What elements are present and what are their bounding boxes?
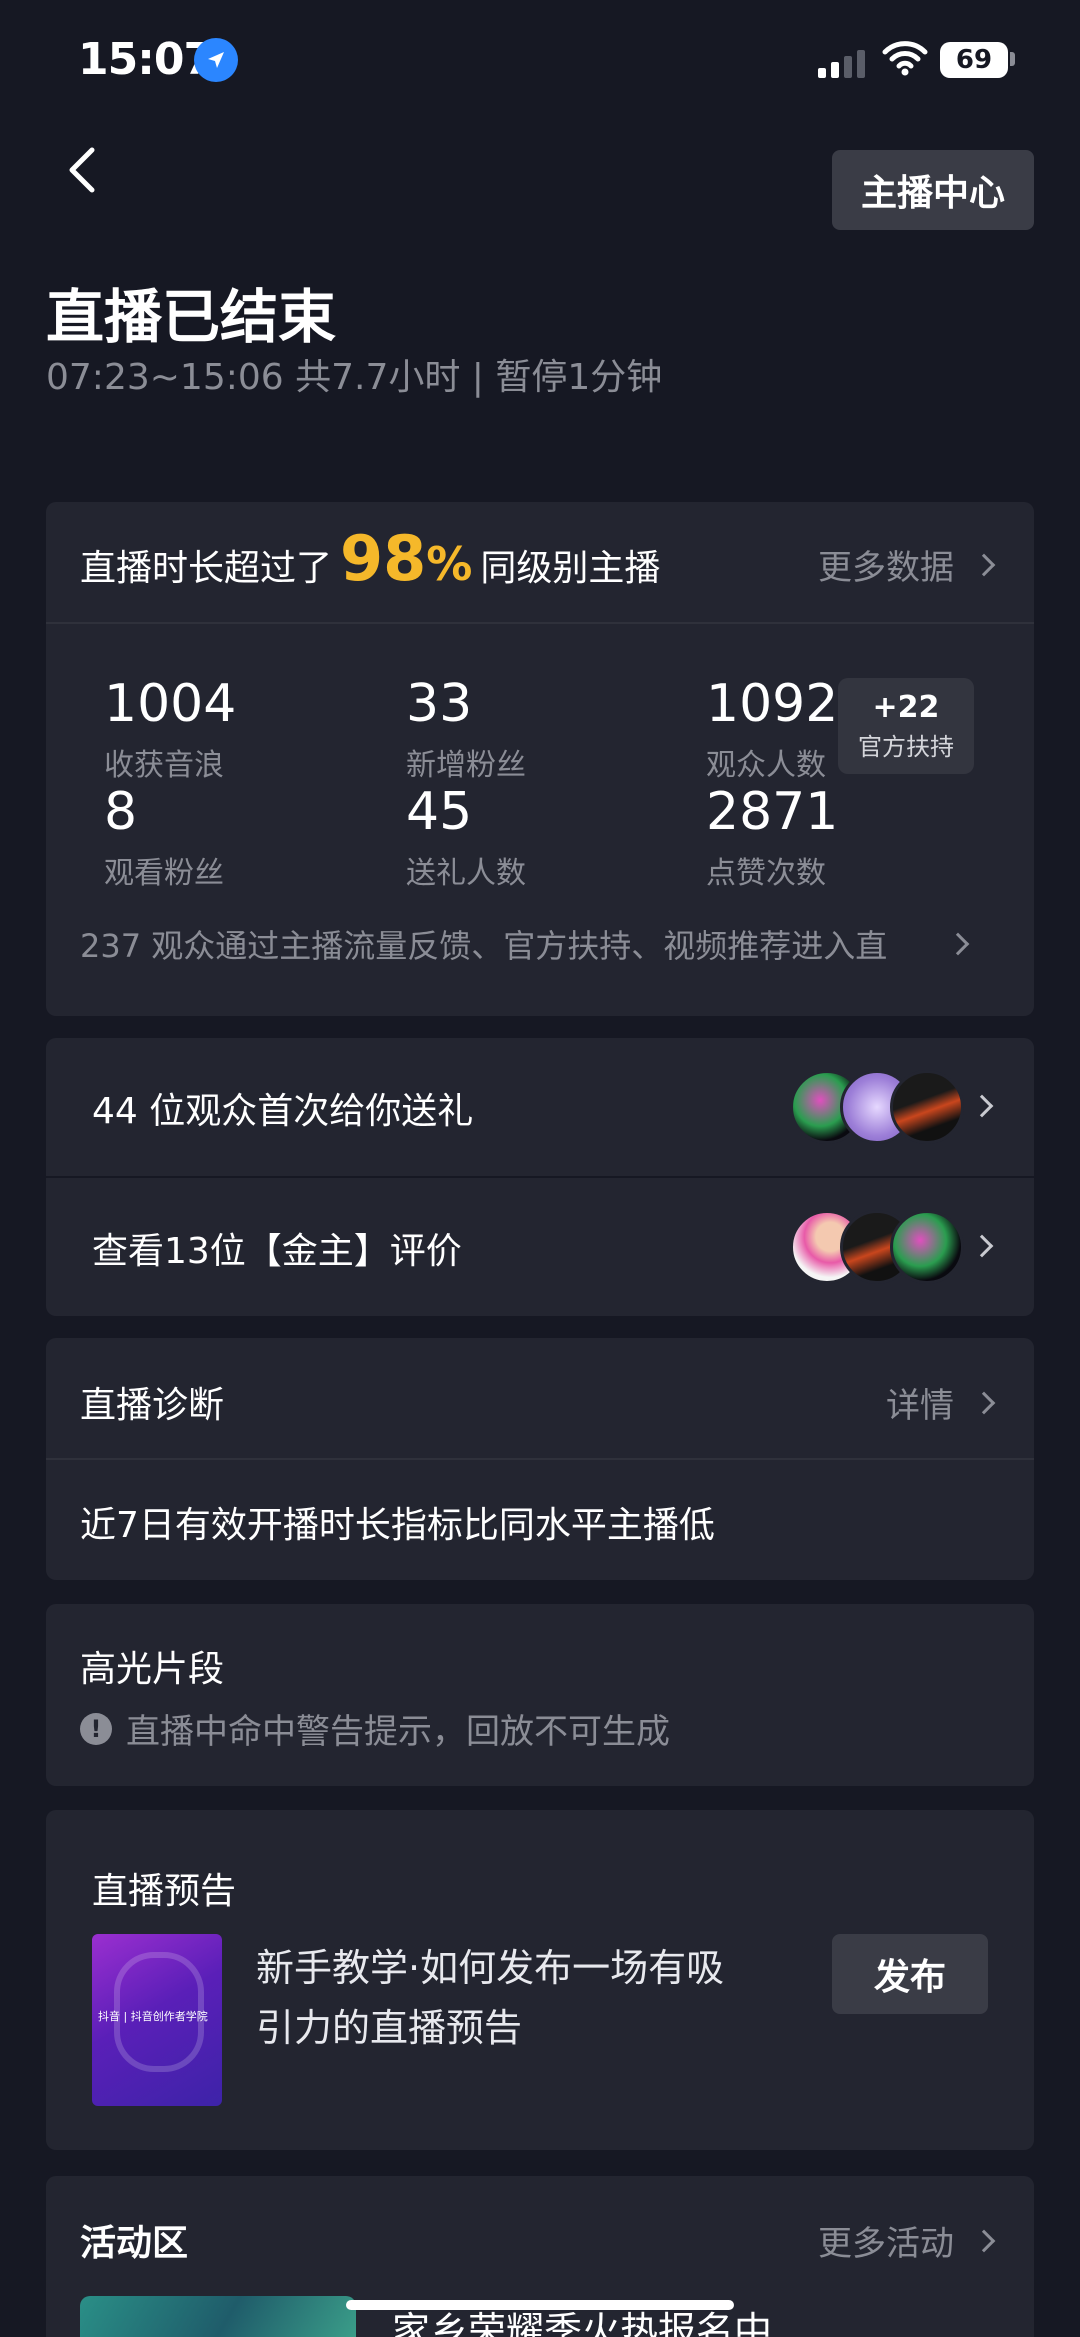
chevron-right-icon [972,2229,996,2252]
chevron-right-icon [972,553,996,576]
status-time: 15:07 [78,34,214,85]
avatar [890,1210,964,1284]
preview-title: 直播预告 [92,1871,237,1912]
live-duration-subtitle: 07:23~15:06 共7.7小时 | 暂停1分钟 [46,357,663,398]
stat-likes: 2871 点赞次数 [706,782,839,891]
more-activities-link[interactable]: 更多活动 [818,2216,996,2265]
highlights-warning: ! 直播中命中警告提示，回放不可生成 [80,1704,670,1753]
patron-avatars [790,1210,964,1284]
preview-thumbnail[interactable]: 抖音 | 抖音创作者学院 [92,1934,222,2106]
first-gift-row[interactable]: 44 位观众首次给你送礼 [46,1038,1034,1176]
divider [46,1458,1034,1460]
gift-avatars [790,1070,964,1144]
highlights-card: 高光片段 ! 直播中命中警告提示，回放不可生成 [46,1604,1034,1786]
battery-tip [1010,52,1015,66]
stat-gifters: 45 送礼人数 [406,782,526,891]
activity-card: 活动区 更多活动 家乡荣耀季火热报名中 [46,2176,1034,2337]
avatar [890,1070,964,1144]
diagnosis-title: 直播诊断 [80,1385,225,1426]
live-preview-card: 直播预告 抖音 | 抖音创作者学院 新手教学·如何发布一场有吸 引力的直播预告 … [46,1810,1034,2150]
stat-viewers: 1092 观众人数 [706,674,839,783]
rank-percent: 98% [340,522,473,595]
stat-fan-viewers: 8 观看粉丝 [104,782,224,891]
rank-prefix: 直播时长超过了 [80,548,333,589]
chevron-right-icon [972,1391,996,1414]
rank-suffix: 同级别主播 [480,548,661,589]
traffic-source-row[interactable]: 237 观众通过主播流量反馈、官方扶持、视频推荐进入直 [80,914,1000,974]
diagnosis-content: 近7日有效开播时长指标比同水平主播低 [80,1505,715,1546]
more-data-link[interactable]: 更多数据 [818,540,996,589]
publish-button[interactable]: 发布 [832,1934,988,2014]
location-arrow-icon [194,38,238,82]
chevron-right-icon [970,1234,994,1258]
first-gift-text: 44 位观众首次给你送礼 [92,1091,474,1132]
anchor-center-button[interactable]: 主播中心 [832,150,1034,230]
chevron-left-icon [69,147,95,193]
stat-new-fans: 33 新增粉丝 [406,674,526,783]
rank-line: 直播时长超过了 98% 同级别主播 [80,522,660,602]
diagnosis-card: 直播诊断 详情 近7日有效开播时长指标比同水平主播低 [46,1338,1034,1580]
warning-icon: ! [80,1712,112,1745]
official-support-badge[interactable]: +22 官方扶持 [838,678,974,774]
battery-level: 69 [940,42,1008,78]
patron-review-text: 查看13位【金主】评价 [92,1231,462,1272]
cellular-signal-icon [818,50,865,78]
chevron-right-icon [970,1094,994,1118]
chevron-right-icon [946,932,970,956]
wifi-icon [882,40,928,80]
stat-earnings: 1004 收获音浪 [104,674,237,783]
divider [46,622,1034,624]
activity-title: 活动区 [80,2223,189,2264]
back-button[interactable] [62,142,102,198]
page-title: 直播已结束 [46,283,337,351]
patron-review-row[interactable]: 查看13位【金主】评价 [46,1178,1034,1316]
activity-thumbnail[interactable] [80,2296,356,2337]
stats-card: 直播时长超过了 98% 同级别主播 更多数据 1004 收获音浪 33 新增粉丝… [46,502,1034,1016]
home-indicator [346,2300,734,2310]
preview-description[interactable]: 新手教学·如何发布一场有吸 引力的直播预告 [256,1938,724,2058]
diagnosis-details-link[interactable]: 详情 [886,1378,996,1427]
highlights-title: 高光片段 [80,1649,225,1690]
thumbnail-caption: 抖音 | 抖音创作者学院 [98,2010,208,2023]
